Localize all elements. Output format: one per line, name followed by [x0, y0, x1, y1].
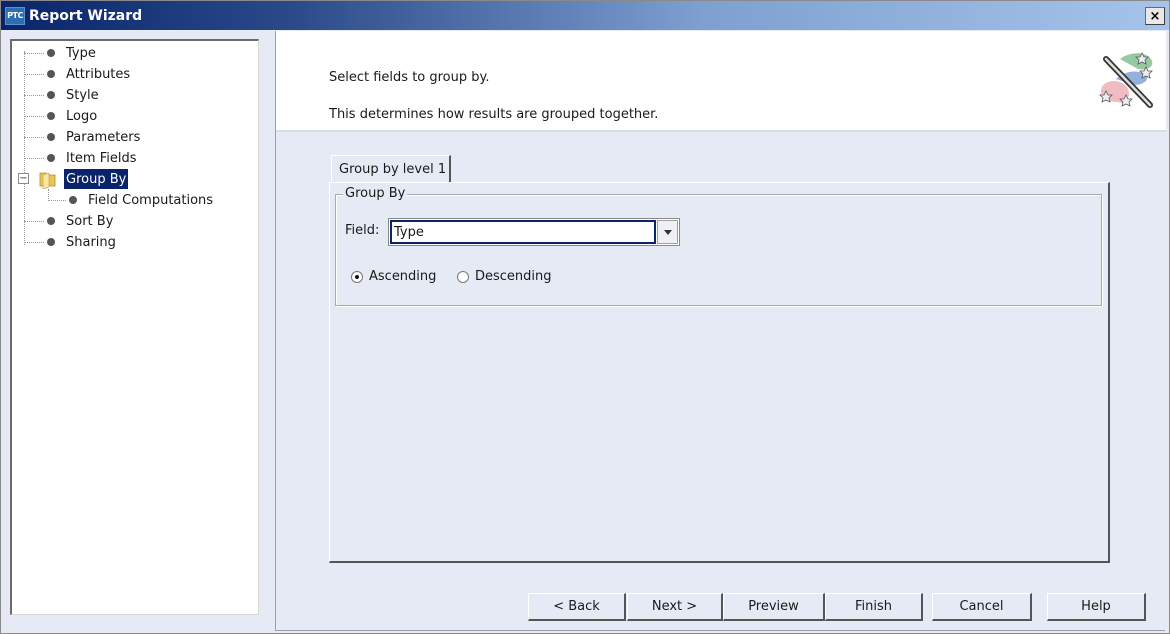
tree-item-logo[interactable]: Logo — [12, 106, 97, 126]
header-description: This determines how results are grouped … — [329, 107, 659, 122]
radio-unchecked-icon — [457, 270, 469, 283]
tree-item-label: Item Fields — [66, 150, 137, 166]
preview-button[interactable]: Preview — [723, 593, 825, 621]
tree-item-label: Parameters — [66, 129, 141, 145]
bullet-icon — [47, 154, 55, 162]
radio-checked-icon — [351, 270, 363, 283]
tree-item-sort-by[interactable]: Sort By — [12, 211, 113, 231]
collapse-toggle[interactable]: − — [18, 173, 29, 184]
group-by-groupbox — [335, 194, 1102, 306]
tree-item-style[interactable]: Style — [12, 85, 99, 105]
wizard-steps-tree: Type Attributes Style Logo Parameters It… — [10, 39, 259, 615]
tree-item-field-computations[interactable]: Field Computations — [12, 190, 213, 210]
header-instruction: Select fields to group by. — [329, 70, 490, 85]
radio-label: Descending — [475, 269, 552, 284]
dropdown-arrow-button[interactable] — [657, 220, 678, 244]
tree-item-label: Logo — [66, 108, 98, 124]
tree-item-sharing[interactable]: Sharing — [12, 232, 116, 252]
field-dropdown-value[interactable]: Type — [390, 220, 656, 244]
finish-button[interactable]: Finish — [825, 593, 923, 621]
help-button[interactable]: Help — [1047, 593, 1146, 621]
bullet-icon — [47, 112, 55, 120]
bullet-icon — [47, 238, 55, 246]
ptc-logo-icon: PTC — [5, 6, 25, 25]
tree-item-type[interactable]: Type — [12, 43, 96, 63]
tree-item-label: Sharing — [66, 234, 116, 250]
title-bar: PTC Report Wizard × — [1, 1, 1169, 30]
report-wizard-window: PTC Report Wizard × Type Attributes Styl… — [0, 0, 1170, 634]
bullet-icon — [47, 49, 55, 57]
tree-item-label: Attributes — [66, 66, 131, 82]
bullet-icon — [47, 91, 55, 99]
groupbox-legend: Group By — [343, 186, 408, 201]
tree-item-label: Style — [66, 87, 99, 103]
tree-item-item-fields[interactable]: Item Fields — [12, 148, 137, 168]
tree-item-parameters[interactable]: Parameters — [12, 127, 140, 147]
tree-item-label: Type — [66, 45, 96, 61]
tab-group-by-level-1[interactable]: Group by level 1 — [331, 155, 451, 183]
cancel-button[interactable]: Cancel — [932, 593, 1032, 621]
tab-label: Group by level 1 — [339, 162, 447, 177]
wizard-header: Select fields to group by. This determin… — [276, 31, 1166, 132]
bullet-icon — [47, 133, 55, 141]
bullet-icon — [69, 196, 77, 204]
field-label: Field: — [345, 223, 380, 238]
window-title: Report Wizard — [29, 7, 143, 24]
tree-item-label: Group By — [66, 171, 127, 187]
bullet-icon — [47, 70, 55, 78]
magic-wand-icon — [1099, 52, 1153, 108]
back-button[interactable]: < Back — [528, 593, 626, 621]
close-icon: × — [1149, 8, 1161, 24]
close-button[interactable]: × — [1145, 7, 1165, 25]
ascending-radio[interactable]: Ascending — [351, 269, 436, 284]
minus-icon: − — [19, 172, 28, 184]
chevron-down-icon — [663, 229, 672, 235]
tree-item-label: Field Computations — [88, 192, 214, 208]
radio-label: Ascending — [369, 269, 437, 284]
folder-open-icon — [39, 172, 56, 189]
field-dropdown[interactable]: Type — [388, 218, 680, 246]
tree-item-group-by[interactable]: Group By — [64, 169, 129, 189]
descending-radio[interactable]: Descending — [457, 269, 552, 284]
tree-item-attributes[interactable]: Attributes — [12, 64, 130, 84]
next-button[interactable]: Next > — [627, 593, 723, 621]
bullet-icon — [47, 217, 55, 225]
tree-item-label: Sort By — [66, 213, 114, 229]
